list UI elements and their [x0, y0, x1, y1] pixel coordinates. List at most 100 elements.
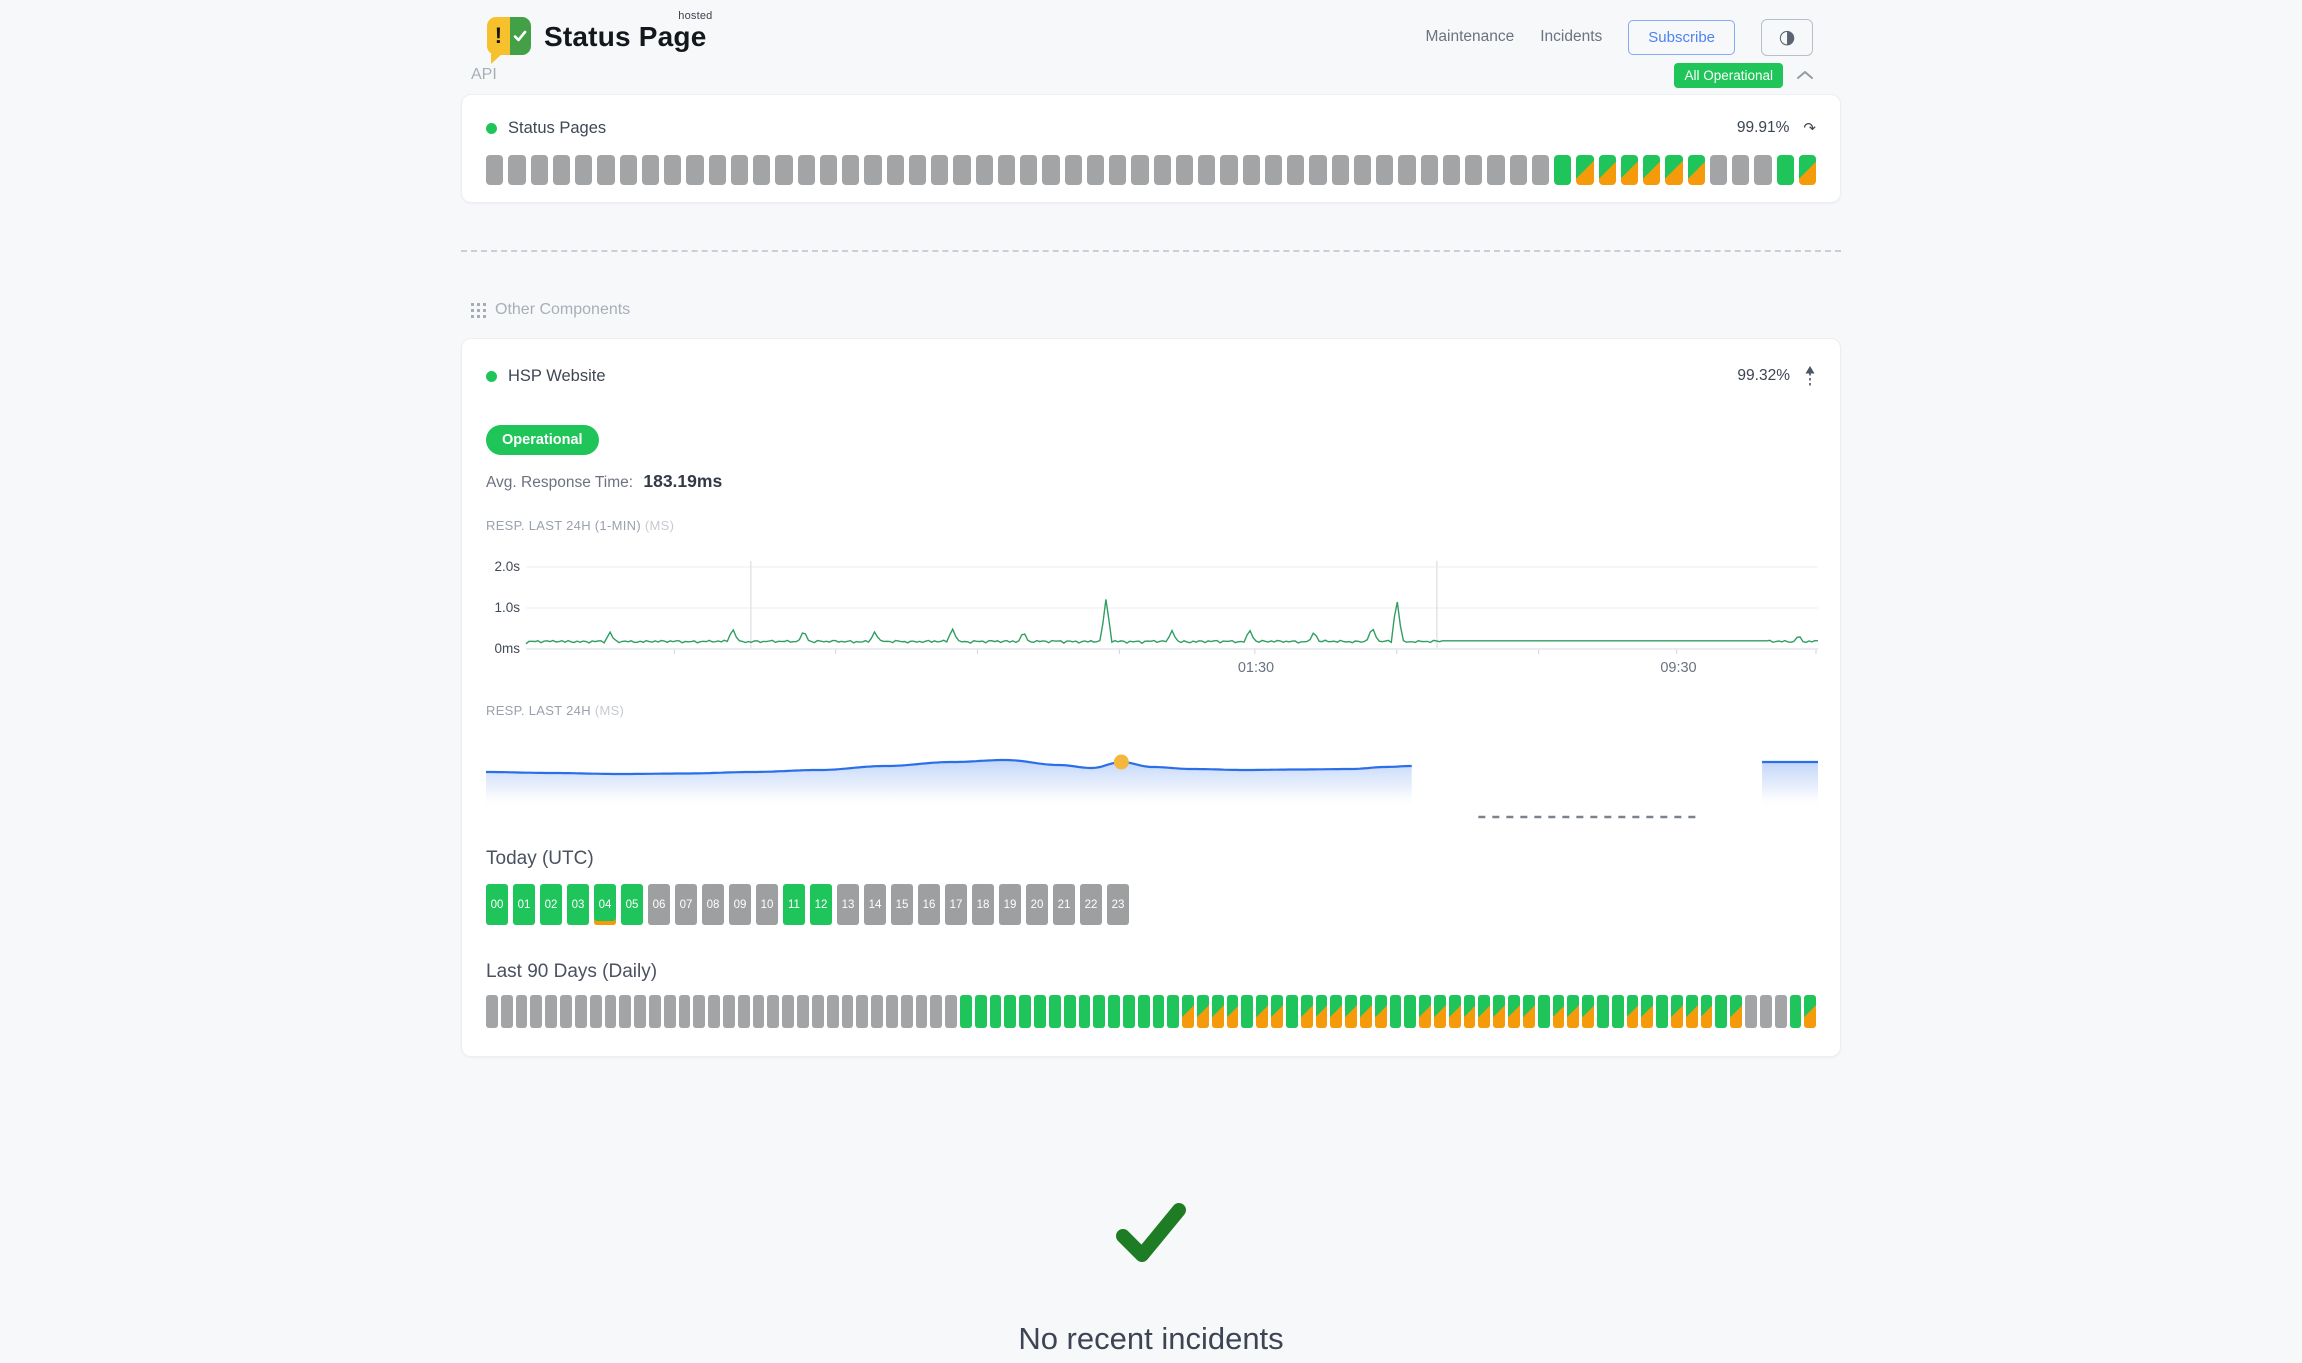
day-block[interactable]	[664, 995, 676, 1028]
uptime-block[interactable]	[1131, 155, 1148, 185]
day-block[interactable]	[753, 995, 765, 1028]
day-block[interactable]	[1464, 995, 1476, 1028]
day-block[interactable]	[1123, 995, 1135, 1028]
day-block[interactable]	[1079, 995, 1091, 1028]
day-block[interactable]	[1730, 995, 1742, 1028]
uptime-block[interactable]	[1065, 155, 1082, 185]
uptime-block[interactable]	[1643, 155, 1660, 185]
day-block[interactable]	[1804, 995, 1816, 1028]
uptime-block[interactable]	[620, 155, 637, 185]
day-block[interactable]	[1775, 995, 1787, 1028]
day-block[interactable]	[871, 995, 883, 1028]
uptime-block[interactable]	[1087, 155, 1104, 185]
hour-block[interactable]: 08	[702, 884, 724, 925]
day-block[interactable]	[916, 995, 928, 1028]
hour-block[interactable]: 11	[783, 884, 805, 925]
uptime-block[interactable]	[1421, 155, 1438, 185]
day-block[interactable]	[1345, 995, 1357, 1028]
uptime-block[interactable]	[575, 155, 592, 185]
day-block[interactable]	[886, 995, 898, 1028]
day-block[interactable]	[605, 995, 617, 1028]
uptime-block[interactable]	[1799, 155, 1816, 185]
day-block[interactable]	[1330, 995, 1342, 1028]
day-block[interactable]	[1182, 995, 1194, 1028]
uptime-block[interactable]	[1599, 155, 1616, 185]
day-block[interactable]	[634, 995, 646, 1028]
subscribe-button[interactable]: Subscribe	[1628, 20, 1735, 55]
uptime-block[interactable]	[887, 155, 904, 185]
uptime-block[interactable]	[553, 155, 570, 185]
day-block[interactable]	[1656, 995, 1668, 1028]
uptime-block[interactable]	[1688, 155, 1705, 185]
day-block[interactable]	[1538, 995, 1550, 1028]
day-block[interactable]	[1701, 995, 1713, 1028]
day-block[interactable]	[1360, 995, 1372, 1028]
hour-block[interactable]: 12	[810, 884, 832, 925]
hour-block[interactable]: 05	[621, 884, 643, 925]
hour-block[interactable]: 01	[513, 884, 535, 925]
day-block[interactable]	[679, 995, 691, 1028]
uptime-block[interactable]	[1309, 155, 1326, 185]
day-block[interactable]	[590, 995, 602, 1028]
day-block[interactable]	[560, 995, 572, 1028]
uptime-block[interactable]	[731, 155, 748, 185]
day-block[interactable]	[1493, 995, 1505, 1028]
uptime-block[interactable]	[798, 155, 815, 185]
uptime-block[interactable]	[909, 155, 926, 185]
uptime-block[interactable]	[753, 155, 770, 185]
uptime-block[interactable]	[1576, 155, 1593, 185]
day-block[interactable]	[1627, 995, 1639, 1028]
hour-block[interactable]: 14	[864, 884, 886, 925]
uptime-block[interactable]	[1265, 155, 1282, 185]
day-block[interactable]	[1286, 995, 1298, 1028]
day-block[interactable]	[530, 995, 542, 1028]
theme-toggle-button[interactable]: ◑	[1761, 19, 1813, 56]
day-block[interactable]	[1271, 995, 1283, 1028]
hour-block[interactable]: 06	[648, 884, 670, 925]
day-block[interactable]	[901, 995, 913, 1028]
uptime-block[interactable]	[531, 155, 548, 185]
day-block[interactable]	[1553, 995, 1565, 1028]
day-block[interactable]	[797, 995, 809, 1028]
uptime-block[interactable]	[1176, 155, 1193, 185]
uptime-block[interactable]	[709, 155, 726, 185]
hour-block[interactable]: 00	[486, 884, 508, 925]
day-block[interactable]	[1567, 995, 1579, 1028]
nav-incidents[interactable]: Incidents	[1540, 28, 1602, 46]
uptime-block[interactable]	[1443, 155, 1460, 185]
day-block[interactable]	[1597, 995, 1609, 1028]
day-block[interactable]	[1760, 995, 1772, 1028]
day-block[interactable]	[1390, 995, 1402, 1028]
hour-block[interactable]: 17	[945, 884, 967, 925]
day-block[interactable]	[945, 995, 957, 1028]
uptime-block[interactable]	[953, 155, 970, 185]
nav-maintenance[interactable]: Maintenance	[1425, 28, 1514, 46]
day-block[interactable]	[1375, 995, 1387, 1028]
day-block[interactable]	[545, 995, 557, 1028]
uptime-block[interactable]	[1665, 155, 1682, 185]
day-block[interactable]	[1034, 995, 1046, 1028]
hour-block[interactable]: 10	[756, 884, 778, 925]
uptime-block[interactable]	[864, 155, 881, 185]
uptime-block[interactable]	[1020, 155, 1037, 185]
day-block[interactable]	[960, 995, 972, 1028]
day-block[interactable]	[1449, 995, 1461, 1028]
day-block[interactable]	[1523, 995, 1535, 1028]
day-block[interactable]	[1212, 995, 1224, 1028]
hour-block[interactable]: 19	[999, 884, 1021, 925]
day-block[interactable]	[1790, 995, 1802, 1028]
day-block[interactable]	[782, 995, 794, 1028]
uptime-block[interactable]	[1154, 155, 1171, 185]
uptime-block[interactable]	[1109, 155, 1126, 185]
brand-logo[interactable]: ! Status Page hosted	[487, 17, 706, 58]
day-block[interactable]	[1153, 995, 1165, 1028]
uptime-block[interactable]	[686, 155, 703, 185]
uptime-block[interactable]	[1287, 155, 1304, 185]
uptime-block[interactable]	[1554, 155, 1571, 185]
hour-block[interactable]: 18	[972, 884, 994, 925]
day-block[interactable]	[930, 995, 942, 1028]
uptime-block[interactable]	[1220, 155, 1237, 185]
hour-block[interactable]: 22	[1080, 884, 1102, 925]
day-block[interactable]	[486, 995, 498, 1028]
uptime-block[interactable]	[1777, 155, 1794, 185]
